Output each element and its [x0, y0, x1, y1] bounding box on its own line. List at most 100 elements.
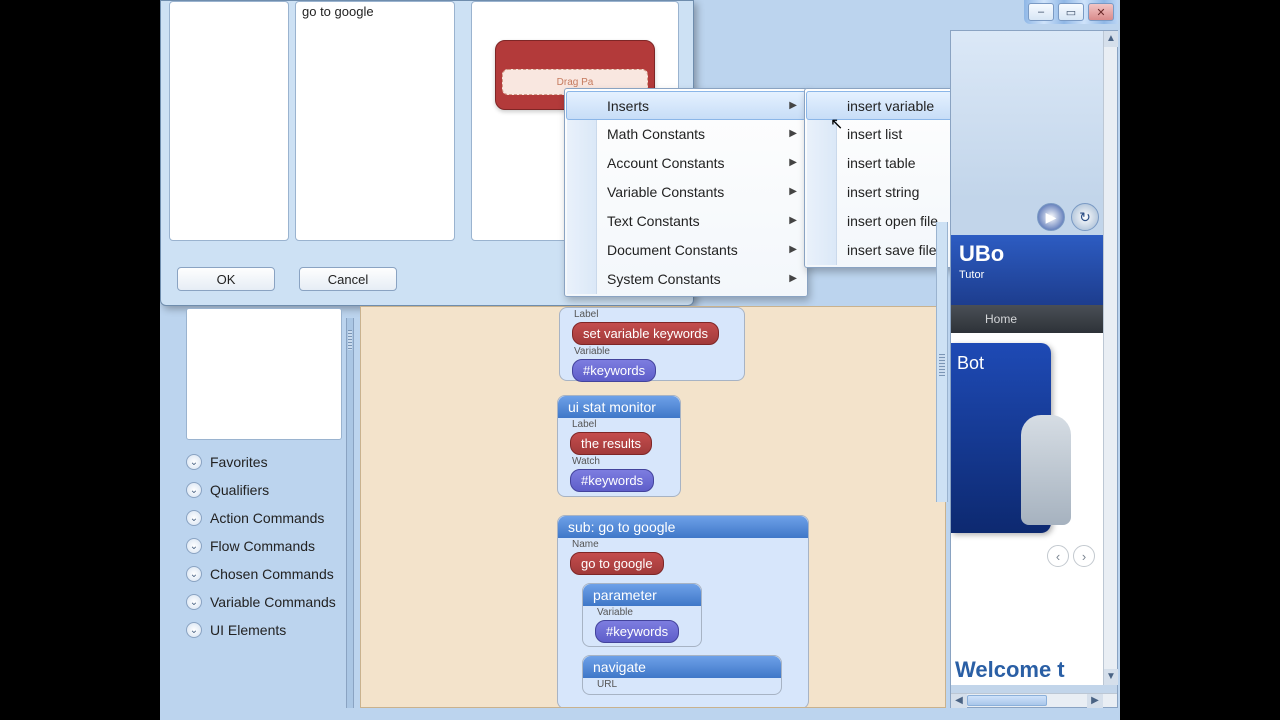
- gallery-next-icon[interactable]: ›: [1073, 545, 1095, 567]
- category-favorites[interactable]: ⌄ Favorites: [182, 448, 368, 476]
- menu-label: Text Constants: [607, 213, 700, 229]
- node-parameter[interactable]: parameter Variable #keywords: [582, 583, 702, 647]
- field-label: Label: [572, 419, 680, 430]
- node-sub-go-to-google[interactable]: sub: go to google Name go to google para…: [557, 515, 809, 708]
- brand-subtitle: Tutor: [959, 269, 1095, 281]
- category-action-commands[interactable]: ⌄ Action Commands: [182, 504, 368, 532]
- chevron-down-icon: ⌄: [186, 482, 202, 498]
- menu-label: Inserts: [607, 98, 649, 114]
- field-label: Variable: [574, 346, 744, 357]
- node-header: parameter: [583, 584, 701, 606]
- category-qualifiers[interactable]: ⌄ Qualifiers: [182, 476, 368, 504]
- pill-go-to-google[interactable]: go to google: [570, 552, 664, 575]
- node-header: navigate: [583, 656, 781, 678]
- embedded-browser: ▶ ↻ UBo Tutor Home Bot ‹ › Welcome t ▲ ▼: [950, 30, 1118, 708]
- scroll-left-icon[interactable]: ◀: [951, 694, 967, 708]
- menu-label: Variable Constants: [607, 184, 724, 200]
- category-variable-commands[interactable]: ⌄ Variable Commands: [182, 588, 368, 616]
- node-header: sub: go to google: [558, 516, 808, 538]
- command-sidebar: ⌄Favorites ⌄Qualifiers ⌄Action Commands …: [182, 308, 368, 644]
- boxshot-label: Bot: [957, 353, 984, 373]
- browser-toolbar-area: [951, 31, 1103, 199]
- browser-page[interactable]: UBo Tutor Home Bot ‹ › Welcome t: [951, 235, 1103, 685]
- ok-button[interactable]: OK: [177, 267, 275, 291]
- pill-keywords[interactable]: #keywords: [570, 469, 654, 492]
- gallery-nav: ‹ ›: [1047, 545, 1095, 567]
- chevron-down-icon: ⌄: [186, 510, 202, 526]
- scroll-thumb[interactable]: [967, 695, 1047, 706]
- menu-item-math-constants[interactable]: Math Constants ▶: [567, 119, 805, 148]
- menu-item-inserts[interactable]: Inserts ▶: [566, 91, 806, 120]
- pill-keywords[interactable]: #keywords: [572, 359, 656, 382]
- menu-label: insert list: [847, 126, 902, 142]
- context-menu: Inserts ▶ Math Constants ▶ Account Constan…: [564, 88, 808, 297]
- menu-label: Document Constants: [607, 242, 738, 258]
- pill-keywords[interactable]: #keywords: [595, 620, 679, 643]
- category-chosen-commands[interactable]: ⌄ Chosen Commands: [182, 560, 368, 588]
- category-label: Variable Commands: [210, 594, 336, 610]
- scroll-up-icon[interactable]: ▲: [1104, 31, 1118, 47]
- horizontal-scrollbar[interactable]: ◀ ▶: [951, 693, 1117, 707]
- refresh-icon[interactable]: ↻: [1071, 203, 1099, 231]
- brand-text: UBo: [959, 241, 1004, 266]
- menu-label: insert string: [847, 184, 919, 200]
- scroll-down-icon[interactable]: ▼: [1104, 669, 1118, 685]
- menu-item-system-constants[interactable]: System Constants ▶: [567, 264, 805, 293]
- gallery-prev-icon[interactable]: ‹: [1047, 545, 1069, 567]
- submenu-arrow-icon: ▶: [789, 273, 797, 284]
- dialog-list-middle[interactable]: go to google: [295, 1, 455, 241]
- category-label: Qualifiers: [210, 482, 269, 498]
- menu-label: System Constants: [607, 271, 721, 287]
- field-label: Label: [574, 309, 744, 320]
- menu-item-variable-constants[interactable]: Variable Constants▶: [567, 177, 805, 206]
- field-label: URL: [597, 679, 781, 690]
- pill-set-variable-keywords[interactable]: set variable keywords: [572, 322, 719, 345]
- category-label: Action Commands: [210, 510, 324, 526]
- node-navigate[interactable]: navigate URL: [582, 655, 782, 695]
- menu-item-text-constants[interactable]: Text Constants▶: [567, 206, 805, 235]
- chevron-down-icon: ⌄: [186, 566, 202, 582]
- robot-icon: [1021, 415, 1071, 525]
- close-button[interactable]: ✕: [1088, 3, 1114, 21]
- menu-item-account-constants[interactable]: Account Constants▶: [567, 148, 805, 177]
- dialog-list-left[interactable]: [169, 1, 289, 241]
- category-label: Chosen Commands: [210, 566, 334, 582]
- vertical-scrollbar[interactable]: ▲ ▼: [1103, 31, 1117, 685]
- grip-icon: [348, 330, 352, 350]
- submenu-arrow-icon: ▶: [789, 128, 797, 139]
- submenu-arrow-icon: ▶: [789, 100, 797, 111]
- category-label: Favorites: [210, 454, 268, 470]
- browser-controls: ▶ ↻: [951, 199, 1103, 235]
- scroll-right-icon[interactable]: ▶: [1087, 694, 1103, 708]
- field-label: Name: [572, 539, 808, 550]
- field-label: Variable: [597, 607, 701, 618]
- category-label: UI Elements: [210, 622, 286, 638]
- play-icon[interactable]: ▶: [1037, 203, 1065, 231]
- category-label: Flow Commands: [210, 538, 315, 554]
- grip-icon: [939, 354, 945, 376]
- chevron-down-icon: ⌄: [186, 622, 202, 638]
- chevron-down-icon: ⌄: [186, 538, 202, 554]
- menu-label: Account Constants: [607, 155, 725, 171]
- category-ui-elements[interactable]: ⌄ UI Elements: [182, 616, 368, 644]
- menu-label: Math Constants: [607, 126, 705, 142]
- chevron-down-icon: ⌄: [186, 454, 202, 470]
- pill-the-results[interactable]: the results: [570, 432, 652, 455]
- menu-label: insert open file: [847, 213, 938, 229]
- menu-item-document-constants[interactable]: Document Constants▶: [567, 235, 805, 264]
- chevron-down-icon: ⌄: [186, 594, 202, 610]
- maximize-button[interactable]: ▭: [1058, 3, 1084, 21]
- minimize-button[interactable]: –: [1028, 3, 1054, 21]
- product-boxshot: Bot: [951, 343, 1051, 533]
- canvas-splitter[interactable]: [936, 222, 948, 502]
- script-canvas[interactable]: Label set variable keywords Variable #ke…: [360, 306, 946, 708]
- menu-label: insert table: [847, 155, 915, 171]
- cancel-button[interactable]: Cancel: [299, 267, 397, 291]
- dialog-list-item[interactable]: go to google: [302, 4, 448, 19]
- node-ui-stat-monitor[interactable]: ui stat monitor Label the results Watch …: [557, 395, 681, 497]
- nav-home[interactable]: Home: [985, 312, 1017, 326]
- category-flow-commands[interactable]: ⌄ Flow Commands: [182, 532, 368, 560]
- sidebar-splitter[interactable]: [346, 318, 354, 708]
- field-label: Watch: [572, 456, 680, 467]
- node-set-variable[interactable]: Label set variable keywords Variable #ke…: [559, 307, 745, 381]
